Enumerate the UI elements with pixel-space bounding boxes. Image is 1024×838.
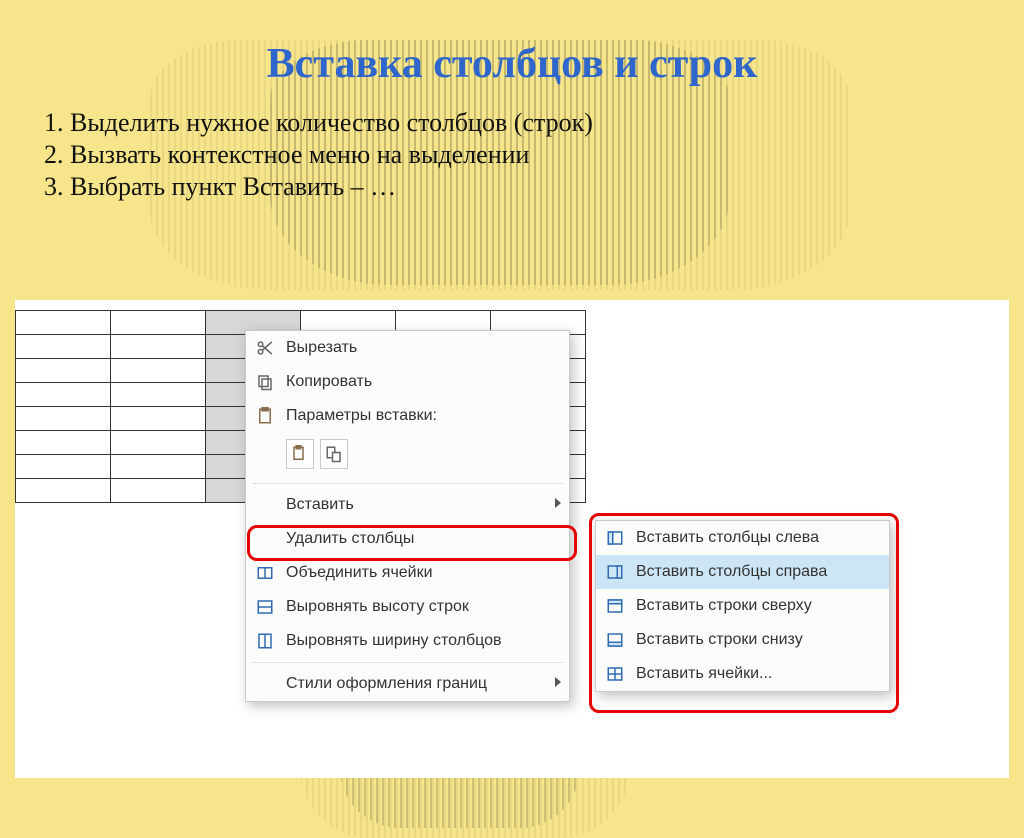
menu-label: Вставить строки снизу	[636, 631, 803, 649]
steps-list: Выделить нужное количество столбцов (стр…	[40, 108, 1024, 202]
step-item: Вызвать контекстное меню на выделении	[70, 140, 1024, 170]
menu-separator	[252, 662, 563, 663]
menu-border-styles[interactable]: Стили оформления границ	[246, 667, 569, 701]
menu-label: Вставить строки сверху	[636, 597, 812, 615]
table-cell	[16, 383, 111, 407]
menu-label: Выровнять ширину столбцов	[286, 632, 502, 650]
table-cell	[111, 335, 206, 359]
menu-label: Удалить столбцы	[286, 530, 414, 548]
table-cell	[16, 311, 111, 335]
paste-options-row	[246, 433, 569, 479]
submenu-cols-right[interactable]: Вставить столбцы справа	[596, 555, 889, 589]
step-item: Выделить нужное количество столбцов (стр…	[70, 108, 1024, 138]
table-cell	[16, 431, 111, 455]
menu-label: Вставить	[286, 496, 354, 514]
table-cell	[111, 383, 206, 407]
table-cell	[111, 455, 206, 479]
menu-copy[interactable]: Копировать	[246, 365, 569, 399]
menu-label: Вставить ячейки...	[636, 665, 772, 683]
distribute-rows-icon	[254, 596, 276, 618]
menu-label: Параметры вставки:	[286, 407, 437, 425]
table-cell	[16, 455, 111, 479]
menu-separator	[252, 483, 563, 484]
menu-equal-row-height[interactable]: Выровнять высоту строк	[246, 590, 569, 624]
table-cell	[111, 359, 206, 383]
copy-icon	[254, 371, 276, 393]
context-menu[interactable]: Вырезать Копировать Параметры вставки:	[245, 330, 570, 702]
menu-cut[interactable]: Вырезать	[246, 331, 569, 365]
menu-equal-col-width[interactable]: Выровнять ширину столбцов	[246, 624, 569, 658]
distribute-cols-icon	[254, 630, 276, 652]
insert-cols-right-icon	[604, 561, 626, 583]
table-cell	[16, 407, 111, 431]
menu-delete-columns[interactable]: Удалить столбцы	[246, 522, 569, 556]
menu-label: Вставить столбцы справа	[636, 563, 827, 581]
menu-label: Выровнять высоту строк	[286, 598, 469, 616]
paste-option-default[interactable]	[286, 439, 314, 469]
menu-label: Объединить ячейки	[286, 564, 433, 582]
menu-merge-cells[interactable]: Объединить ячейки	[246, 556, 569, 590]
chevron-right-icon	[555, 498, 561, 508]
insert-rows-below-icon	[604, 629, 626, 651]
submenu-cols-left[interactable]: Вставить столбцы слева	[596, 521, 889, 555]
slide-title: Вставка столбцов и строк	[0, 40, 1024, 88]
submenu-rows-above[interactable]: Вставить строки сверху	[596, 589, 889, 623]
screenshot-panel: Вырезать Копировать Параметры вставки:	[15, 300, 1009, 778]
insert-cells-icon	[604, 663, 626, 685]
menu-label: Вставить столбцы слева	[636, 529, 819, 547]
step-item: Выбрать пункт Вставить – …	[70, 172, 1024, 202]
merge-cells-icon	[254, 562, 276, 584]
menu-label: Вырезать	[286, 339, 357, 357]
menu-insert[interactable]: Вставить	[246, 488, 569, 522]
menu-paste-options-header: Параметры вставки:	[246, 399, 569, 433]
table-cell	[111, 479, 206, 503]
table-cell	[16, 335, 111, 359]
menu-label: Стили оформления границ	[286, 675, 487, 693]
insert-submenu[interactable]: Вставить столбцы слева Вставить столбцы …	[595, 520, 890, 692]
insert-rows-above-icon	[604, 595, 626, 617]
table-cell	[111, 407, 206, 431]
table-cell	[16, 479, 111, 503]
clipboard-icon	[254, 405, 276, 427]
table-cell	[111, 311, 206, 335]
submenu-rows-below[interactable]: Вставить строки снизу	[596, 623, 889, 657]
insert-cols-left-icon	[604, 527, 626, 549]
paste-option-nested[interactable]	[320, 439, 348, 469]
submenu-cells[interactable]: Вставить ячейки...	[596, 657, 889, 691]
chevron-right-icon	[555, 677, 561, 687]
table-cell	[111, 431, 206, 455]
scissors-icon	[254, 337, 276, 359]
menu-label: Копировать	[286, 373, 372, 391]
table-cell	[16, 359, 111, 383]
